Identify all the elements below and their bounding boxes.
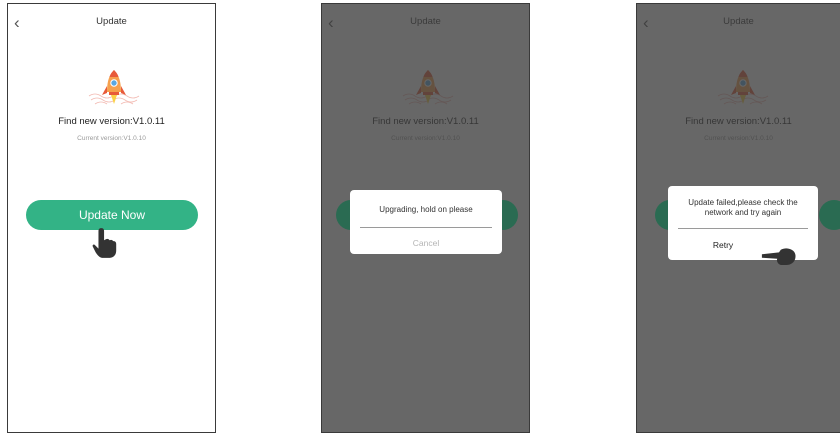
update-failed-screen: ‹ Update Find new version:V1.0.11 Curren… (636, 3, 840, 433)
divider (678, 228, 808, 229)
current-version-label: Current version:V1.0.10 (77, 135, 146, 142)
cancel-button[interactable]: Cancel (350, 238, 502, 248)
update-failed-message: Update failed,please check the network a… (688, 198, 798, 217)
upgrading-dialog: Upgrading, hold on please Cancel (350, 190, 502, 254)
pointing-hand-icon (761, 244, 797, 268)
rocket-icon (87, 66, 141, 114)
upgrading-message: Upgrading, hold on please (379, 205, 473, 214)
divider (360, 227, 492, 228)
update-screen: ‹ Update Find new version:V1.0.11 Curren… (7, 3, 216, 433)
new-version-label: Find new version:V1.0.11 (58, 116, 165, 127)
header: ‹ Update (8, 4, 215, 44)
pointing-hand-icon (91, 226, 119, 260)
page-title: Update (96, 16, 127, 27)
upgrading-screen: ‹ Update Find new version:V1.0.11 Curren… (321, 3, 530, 433)
